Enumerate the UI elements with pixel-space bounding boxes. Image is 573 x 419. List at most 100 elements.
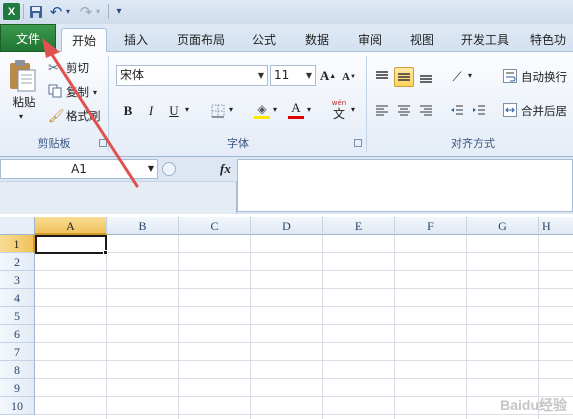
grid-line [538,235,539,419]
qat-divider [108,4,109,19]
align-right-icon[interactable] [416,101,436,121]
tab-home[interactable]: 开始 [61,28,107,53]
formula-controls: fx [160,159,236,179]
tab-data[interactable]: 数据 [297,28,337,52]
tab-file[interactable]: 文件 [0,24,56,52]
format-painter-button[interactable]: 🖌 格式刷 [48,108,101,124]
font-color-icon[interactable]: A [286,99,306,119]
ribbon-home: 粘贴 ▾ ✂ 剪切 复制 ▾ 🖌 格式刷 剪贴板 宋体 ▼ 11 ▼ A ▲ A ▼… [0,52,573,157]
merge-center-button[interactable]: 合并后居 [503,102,567,120]
cut-button[interactable]: ✂ 剪切 [48,60,89,76]
copy-dropdown-icon[interactable]: ▾ [93,88,97,97]
save-icon[interactable] [28,3,43,20]
font-size-combo[interactable]: 11 ▼ [270,65,316,86]
undo-icon[interactable]: ↶ [49,3,63,21]
cell-area[interactable] [35,235,573,419]
borders-icon[interactable] [208,101,228,121]
clipboard-launcher-icon[interactable] [99,139,107,147]
orientation-icon[interactable]: ⟋ [447,67,467,87]
phonetic-dropdown-icon[interactable]: ▾ [351,105,355,114]
row-header-6[interactable]: 6 [0,325,35,343]
align-bottom-icon[interactable] [416,67,436,87]
row-header-3[interactable]: 3 [0,271,35,289]
grid-line [35,324,573,325]
fill-handle[interactable] [103,250,108,255]
active-cell-a1[interactable] [35,235,107,254]
align-center-icon[interactable] [394,101,414,121]
copy-label: 复制 [66,85,89,99]
underline-dropdown-icon[interactable]: ▾ [185,105,189,114]
formula-bar-gap [0,181,237,214]
redo-dropdown-icon[interactable]: ▾ [94,3,102,20]
column-header-d[interactable]: D [251,217,323,235]
font-name-value: 宋体 [120,68,145,82]
font-name-combo[interactable]: 宋体 ▼ [116,65,268,86]
grow-font-icon[interactable]: A ▲ [318,66,338,86]
tab-insert[interactable]: 插入 [115,28,157,52]
tab-view[interactable]: 视图 [402,28,442,52]
tab-formulas[interactable]: 公式 [244,28,284,52]
column-header-f[interactable]: F [395,217,467,235]
name-box-dropdown-icon[interactable]: ▼ [148,160,154,178]
qat-divider [23,4,24,19]
paste-dropdown-icon[interactable]: ▾ [19,112,23,121]
row-header-4[interactable]: 4 [0,289,35,307]
column-header-a[interactable]: A [35,217,107,235]
decrease-indent-icon[interactable] [447,101,467,121]
row-header-2[interactable]: 2 [0,253,35,271]
wrap-text-icon [503,68,521,86]
orientation-dropdown-icon[interactable]: ▾ [468,71,472,80]
row-header-9[interactable]: 9 [0,379,35,397]
cut-label: 剪切 [66,61,89,75]
fill-color-icon[interactable]: ◈ [252,100,272,120]
row-header-7[interactable]: 7 [0,343,35,361]
paste-icon[interactable] [6,58,40,94]
insert-function-icon[interactable]: fx [220,161,231,177]
align-top-icon[interactable] [372,67,392,87]
align-middle-icon[interactable] [394,67,414,87]
grid-line [35,252,573,253]
tab-review[interactable]: 审阅 [350,28,390,52]
grid-line [35,396,573,397]
tab-special-features[interactable]: 特色功 [530,28,573,52]
underline-button[interactable]: U [164,101,184,121]
grid-line [35,270,573,271]
copy-button[interactable]: 复制 ▾ [48,84,97,100]
align-left-icon[interactable] [372,101,392,121]
font-launcher-icon[interactable] [354,139,362,147]
select-all-corner[interactable] [0,217,35,235]
font-name-dropdown-icon[interactable]: ▼ [258,66,264,85]
row-header-10[interactable]: 10 [0,397,35,415]
borders-dropdown-icon[interactable]: ▾ [229,105,233,114]
column-header-h[interactable]: H [539,217,573,235]
fill-color-dropdown-icon[interactable]: ▾ [273,105,277,114]
paste-button-label[interactable]: 粘贴 [8,95,40,109]
formula-input[interactable] [237,159,573,212]
column-header-g[interactable]: G [467,217,539,235]
row-header-5[interactable]: 5 [0,307,35,325]
undo-dropdown-icon[interactable]: ▾ [64,3,72,20]
font-color-dropdown-icon[interactable]: ▾ [307,105,311,114]
row-header-1[interactable]: 1 [0,235,35,253]
italic-button[interactable]: I [141,101,161,121]
tab-developer[interactable]: 开发工具 [452,28,518,52]
scissors-icon: ✂ [48,60,59,76]
increase-indent-icon[interactable] [469,101,489,121]
customize-qat-icon[interactable]: ▾ [113,3,125,20]
font-size-dropdown-icon[interactable]: ▼ [306,66,312,85]
redo-icon[interactable]: ↷ [79,3,93,21]
wrap-text-label: 自动换行 [521,70,567,84]
row-header-8[interactable]: 8 [0,361,35,379]
formula-divider-handle-icon[interactable] [162,162,176,176]
phonetic-guide-icon[interactable]: wén 文 [328,98,350,122]
shrink-font-icon[interactable]: A ▼ [339,67,359,87]
grid-line [394,235,395,419]
tab-page-layout[interactable]: 页面布局 [169,28,233,52]
bold-button[interactable]: B [118,101,138,121]
column-header-e[interactable]: E [323,217,395,235]
grid-line [466,235,467,419]
name-box[interactable]: A1 ▼ [0,159,158,179]
column-header-b[interactable]: B [107,217,179,235]
wrap-text-button[interactable]: 自动换行 [503,68,567,86]
column-header-c[interactable]: C [179,217,251,235]
